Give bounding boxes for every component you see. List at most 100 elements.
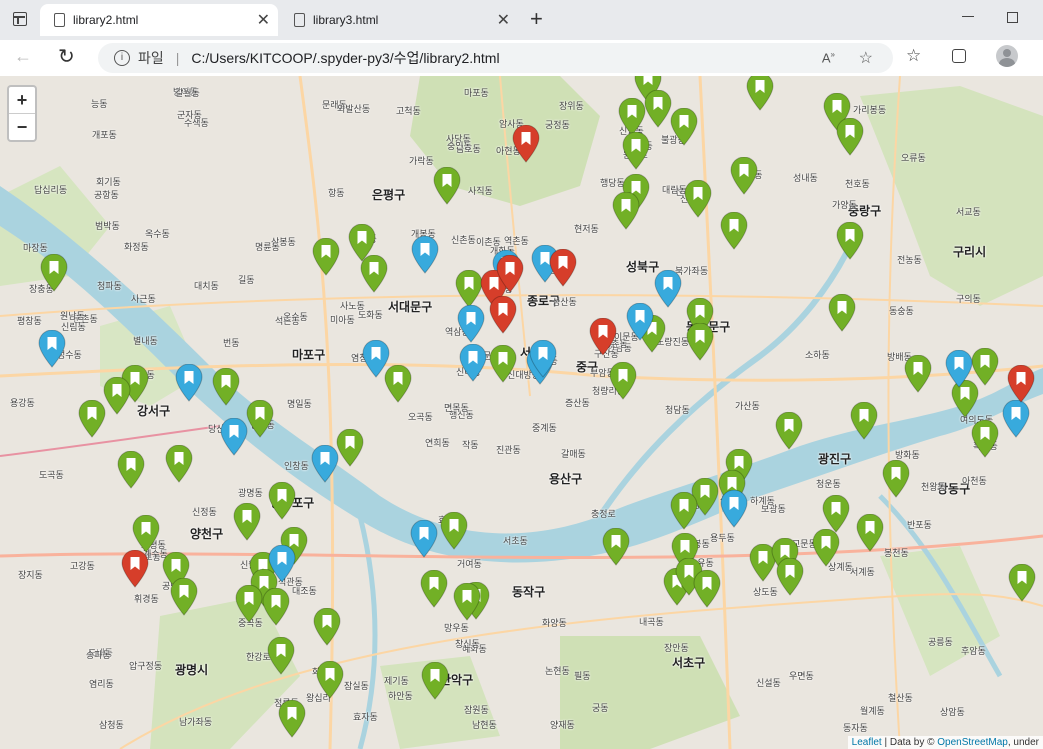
green-library-marker[interactable]: [360, 254, 388, 293]
green-library-marker[interactable]: [686, 322, 714, 361]
collections-icon[interactable]: [952, 49, 966, 63]
read-aloud-icon[interactable]: A»: [822, 50, 835, 65]
red-library-marker[interactable]: [549, 248, 577, 287]
red-library-marker[interactable]: [489, 295, 517, 334]
close-icon[interactable]: ✕: [497, 10, 510, 30]
green-library-marker[interactable]: [618, 97, 646, 136]
blue-library-marker[interactable]: [626, 302, 654, 341]
green-library-marker[interactable]: [268, 481, 296, 520]
blue-library-marker[interactable]: [268, 544, 296, 583]
green-library-marker[interactable]: [233, 502, 261, 541]
green-library-marker[interactable]: [856, 513, 884, 552]
green-library-marker[interactable]: [730, 156, 758, 195]
green-library-marker[interactable]: [971, 419, 999, 458]
green-library-marker[interactable]: [267, 636, 295, 675]
green-library-marker[interactable]: [440, 511, 468, 550]
green-library-marker[interactable]: [775, 411, 803, 450]
green-library-marker[interactable]: [420, 569, 448, 608]
info-icon[interactable]: i: [114, 50, 130, 66]
blue-library-marker[interactable]: [457, 304, 485, 343]
zoom-in-button[interactable]: +: [9, 87, 35, 114]
green-library-marker[interactable]: [1008, 563, 1036, 602]
green-library-marker[interactable]: [746, 76, 774, 111]
blue-library-marker[interactable]: [411, 235, 439, 274]
green-library-marker[interactable]: [602, 527, 630, 566]
blue-library-marker[interactable]: [38, 329, 66, 368]
red-library-marker[interactable]: [1007, 364, 1035, 403]
blue-library-marker[interactable]: [362, 339, 390, 378]
add-favorite-icon[interactable]: ☆: [859, 48, 873, 68]
green-library-marker[interactable]: [103, 376, 131, 415]
green-library-marker[interactable]: [316, 660, 344, 699]
green-library-marker[interactable]: [313, 607, 341, 646]
green-library-marker[interactable]: [212, 367, 240, 406]
green-library-marker[interactable]: [246, 399, 274, 438]
green-library-marker[interactable]: [836, 117, 864, 156]
osm-link[interactable]: OpenStreetMap: [937, 737, 1008, 748]
blue-library-marker[interactable]: [175, 363, 203, 402]
blue-library-marker[interactable]: [1002, 399, 1030, 438]
leaflet-link[interactable]: Leaflet: [852, 737, 882, 748]
green-library-marker[interactable]: [670, 107, 698, 146]
zoom-out-button[interactable]: −: [9, 114, 35, 140]
blue-library-marker[interactable]: [654, 269, 682, 308]
red-library-marker[interactable]: [496, 254, 524, 293]
green-library-marker[interactable]: [836, 221, 864, 260]
blue-library-marker[interactable]: [529, 339, 557, 378]
green-library-marker[interactable]: [336, 428, 364, 467]
red-library-marker[interactable]: [121, 549, 149, 588]
green-library-marker[interactable]: [882, 459, 910, 498]
blue-library-marker[interactable]: [311, 444, 339, 483]
green-library-marker[interactable]: [170, 577, 198, 616]
green-library-marker[interactable]: [455, 269, 483, 308]
back-button[interactable]: ←: [14, 46, 32, 67]
green-library-marker[interactable]: [828, 293, 856, 332]
green-library-marker[interactable]: [453, 582, 481, 621]
green-library-marker[interactable]: [776, 557, 804, 596]
green-library-marker[interactable]: [684, 179, 712, 218]
green-library-marker[interactable]: [693, 569, 721, 608]
green-library-marker[interactable]: [612, 191, 640, 230]
blue-library-marker[interactable]: [220, 417, 248, 456]
maximize-button[interactable]: [1007, 12, 1018, 23]
blue-library-marker[interactable]: [720, 489, 748, 528]
green-library-marker[interactable]: [117, 450, 145, 489]
green-library-marker[interactable]: [312, 237, 340, 276]
red-library-marker[interactable]: [512, 124, 540, 163]
map-view[interactable]: 은평구서대문구마포구종로구성북구동대문구중구서울용산구영등포구양천구강서구동작구…: [0, 76, 1043, 749]
url-bar[interactable]: i 파일 | C:/Users/KITCOOP/.spyder-py3/수업/l…: [98, 43, 893, 73]
reload-button[interactable]: ↻: [58, 44, 75, 69]
green-library-marker[interactable]: [433, 166, 461, 205]
green-library-marker[interactable]: [670, 491, 698, 530]
red-library-marker[interactable]: [589, 317, 617, 356]
green-library-marker[interactable]: [489, 344, 517, 383]
green-library-marker[interactable]: [78, 399, 106, 438]
green-library-marker[interactable]: [132, 514, 160, 553]
green-library-marker[interactable]: [609, 361, 637, 400]
close-icon[interactable]: ✕: [257, 10, 270, 30]
green-library-marker[interactable]: [720, 211, 748, 250]
green-library-marker[interactable]: [904, 354, 932, 393]
green-library-marker[interactable]: [812, 528, 840, 567]
neighborhood-label: 갈매동: [561, 449, 586, 459]
green-library-marker[interactable]: [850, 401, 878, 440]
blue-library-marker[interactable]: [410, 519, 438, 558]
green-library-marker[interactable]: [235, 584, 263, 623]
blue-library-marker[interactable]: [945, 349, 973, 388]
green-library-marker[interactable]: [165, 444, 193, 483]
green-library-marker[interactable]: [262, 587, 290, 626]
green-library-marker[interactable]: [622, 131, 650, 170]
green-library-marker[interactable]: [644, 89, 672, 128]
green-library-marker[interactable]: [421, 661, 449, 700]
tab-library2[interactable]: library2.html ✕: [40, 4, 278, 36]
window-layout-icon[interactable]: [13, 12, 27, 26]
tab-library3[interactable]: library3.html ✕: [280, 4, 518, 36]
green-library-marker[interactable]: [822, 494, 850, 533]
blue-library-marker[interactable]: [459, 343, 487, 382]
green-library-marker[interactable]: [278, 699, 306, 738]
green-library-marker[interactable]: [40, 253, 68, 292]
favorites-icon[interactable]: ☆: [906, 46, 921, 66]
new-tab-button[interactable]: +: [530, 6, 543, 32]
minimize-button[interactable]: [962, 16, 974, 17]
avatar[interactable]: [996, 45, 1018, 67]
